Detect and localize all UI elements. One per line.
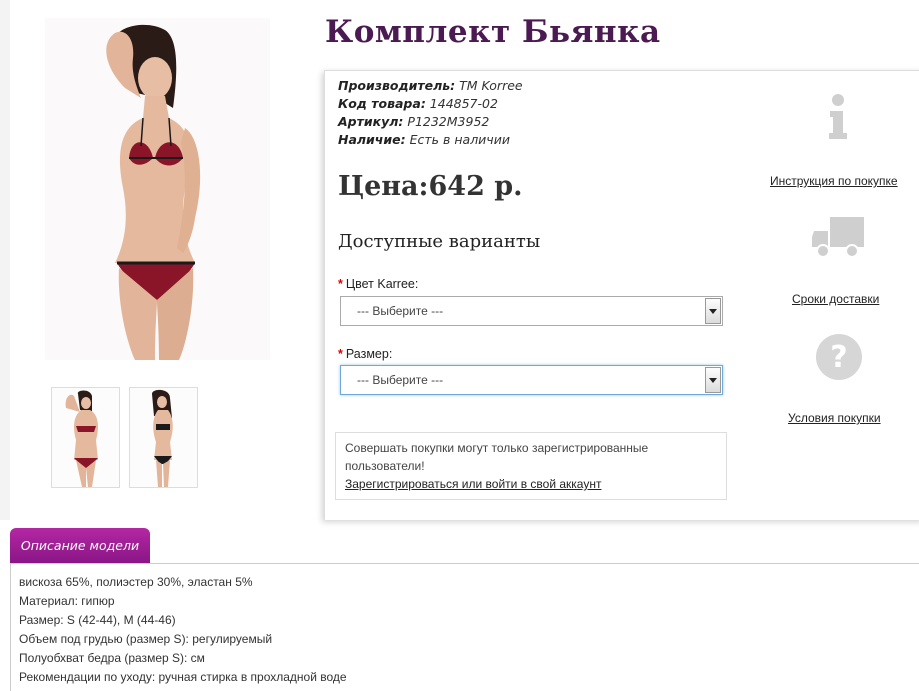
svg-text:?: ? — [830, 340, 847, 375]
delivery-terms-link[interactable]: Сроки доставки — [792, 292, 879, 306]
product-specs: Производитель: TM Korree Код товара: 144… — [338, 77, 523, 149]
product-thumbnail[interactable] — [129, 387, 198, 488]
purchase-terms-link[interactable]: Условия покупки — [788, 411, 881, 425]
description-line: Объем под грудью (размер S): регулируемы… — [19, 632, 273, 646]
question-icon: ? — [814, 332, 864, 387]
product-info-panel: Производитель: TM Korree Код товара: 144… — [324, 70, 919, 520]
delivery-truck-icon — [812, 215, 866, 266]
spec-manufacturer: Производитель: TM Korree — [338, 78, 523, 93]
description-line: Рекомендации по уходу: ручная стирка в п… — [19, 670, 347, 684]
spec-product-code: Код товара: 144857-02 — [338, 96, 498, 111]
info-icon — [827, 93, 849, 144]
chevron-down-icon[interactable] — [705, 367, 721, 393]
tab-description[interactable]: Описание модели — [10, 528, 150, 563]
product-main-image[interactable] — [45, 18, 270, 360]
spec-article: Артикул: P1232M3952 — [338, 114, 490, 129]
chevron-down-icon[interactable] — [705, 298, 721, 324]
product-price: Цена:642 р. — [338, 171, 523, 202]
size-select[interactable]: --- Выберите --- — [340, 365, 723, 395]
instructions-link[interactable]: Инструкция по покупке — [770, 174, 898, 188]
size-select-value: --- Выберите --- — [357, 373, 444, 387]
product-title: Комплект Бьянка — [325, 14, 661, 50]
variants-heading: Доступные варианты — [338, 231, 541, 252]
description-box: вискоза 65%, полиэстер 30%, эластан 5% М… — [10, 563, 919, 691]
size-option-label: * Размер: — [338, 347, 393, 361]
product-thumbnail[interactable] — [51, 387, 120, 488]
notice-text: Совершать покупки могут только зарегистр… — [345, 441, 649, 473]
registration-notice: Совершать покупки могут только зарегистр… — [335, 432, 727, 500]
color-select-value: --- Выберите --- — [357, 304, 444, 318]
required-mark: * — [338, 347, 343, 361]
description-line: Полуобхват бедра (размер S): см — [19, 651, 205, 665]
color-select[interactable]: --- Выберите --- — [340, 296, 723, 326]
description-line: Материал: гипюр — [19, 594, 115, 608]
description-line: Размер: S (42-44), M (44-46) — [19, 613, 176, 627]
left-strip — [0, 0, 10, 520]
login-register-link[interactable]: Зарегистрироваться или войти в свой акка… — [345, 477, 601, 491]
description-line: вискоза 65%, полиэстер 30%, эластан 5% — [19, 575, 253, 589]
spec-availability: Наличие: Есть в наличии — [338, 132, 510, 147]
color-option-label: * Цвет Kаrrее: — [338, 277, 419, 291]
required-mark: * — [338, 277, 343, 291]
